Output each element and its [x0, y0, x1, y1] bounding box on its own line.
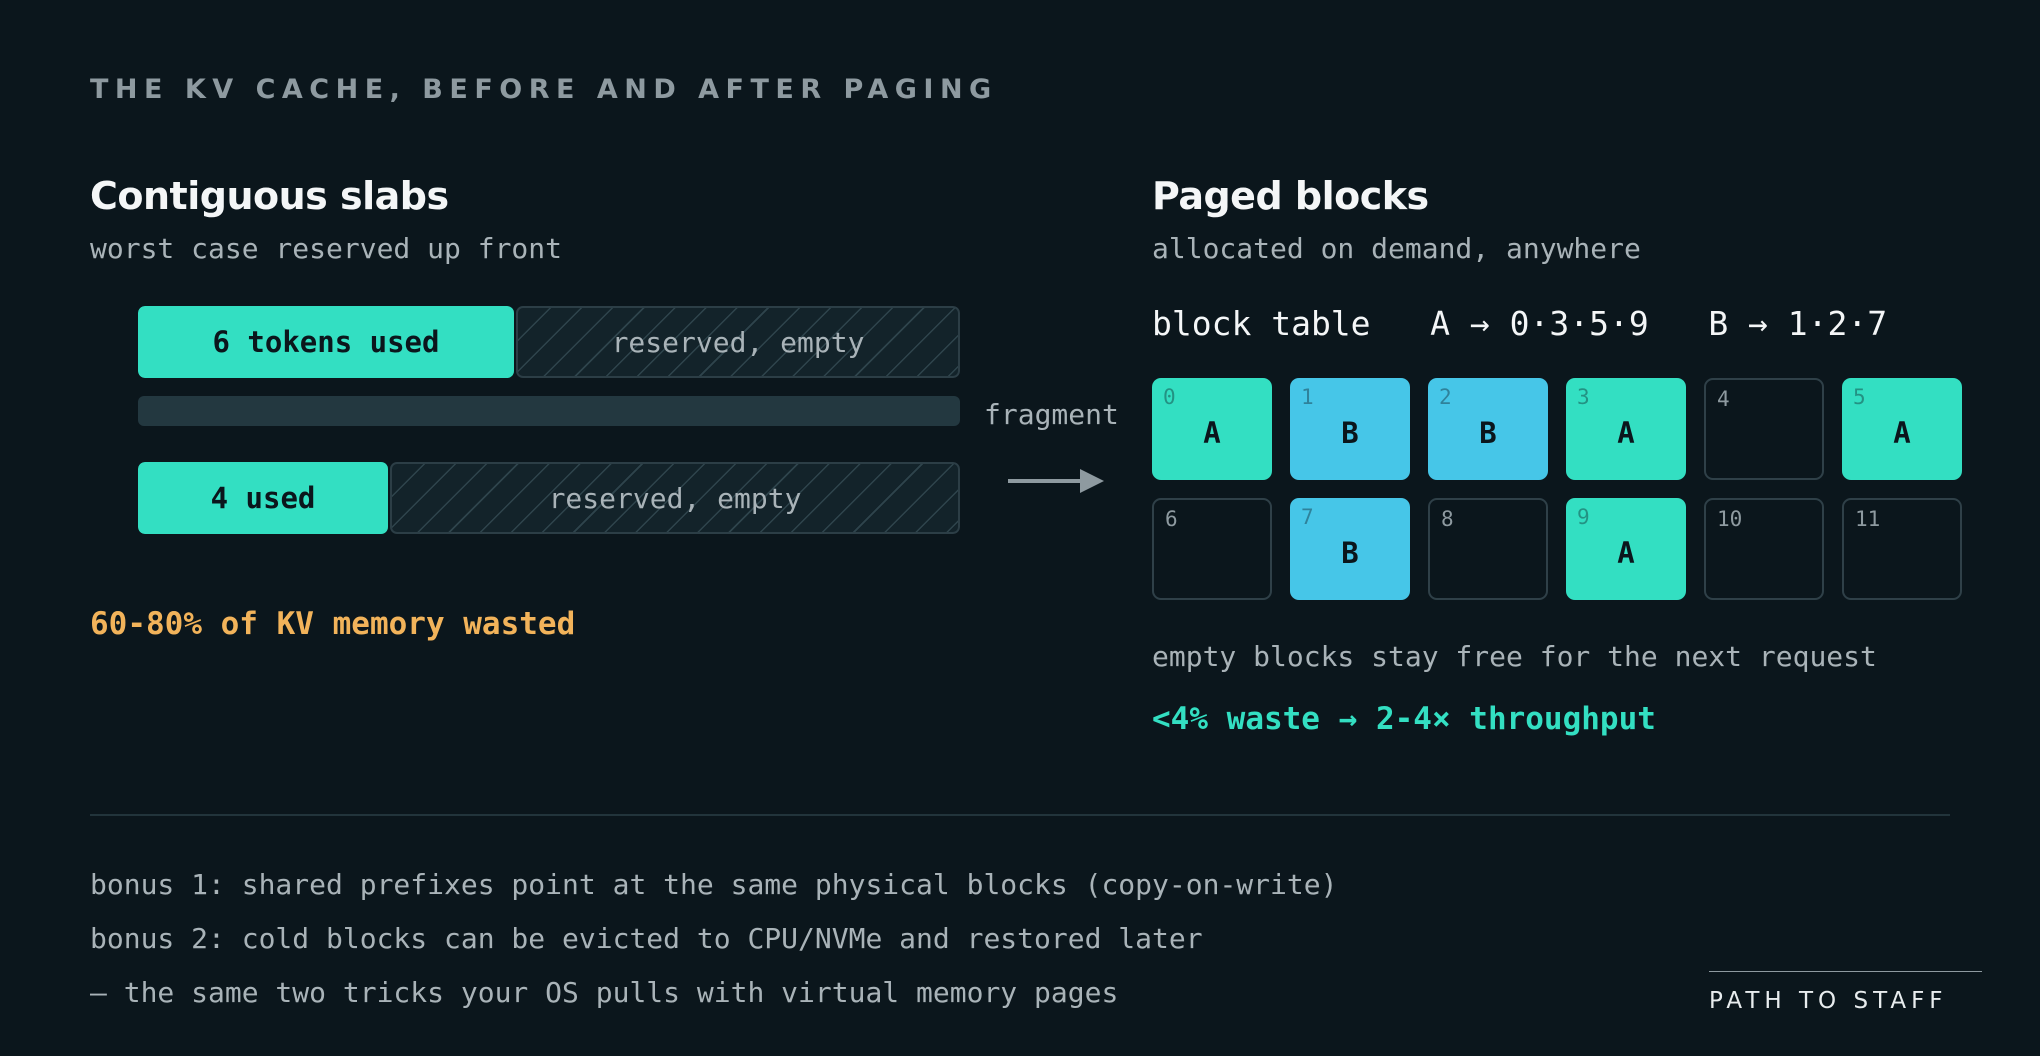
slab-reserved-segment: reserved, empty [516, 306, 960, 378]
block-sequence-label: B [1479, 416, 1497, 450]
block-table-mapping-a: A → 0·3·5·9 [1430, 304, 1649, 343]
physical-block: 5A [1842, 378, 1962, 480]
bonus-line-3: — the same two tricks your OS pulls with… [90, 976, 1119, 1009]
fragment-label: fragment [984, 398, 1119, 431]
block-sequence-label: A [1617, 536, 1635, 570]
block-sequence-label: B [1341, 416, 1359, 450]
block-number: 8 [1441, 507, 1454, 531]
physical-block: 11 [1842, 498, 1962, 600]
contiguous-slabs-subtitle: worst case reserved up front [90, 232, 563, 265]
block-table-label: block table [1152, 304, 1371, 343]
block-number: 9 [1577, 505, 1590, 529]
physical-block: 6 [1152, 498, 1272, 600]
contiguous-slabs-heading: Contiguous slabs [90, 174, 449, 218]
block-number: 6 [1165, 507, 1178, 531]
slab-request-2: 4 used reserved, empty [138, 462, 960, 534]
bonus-line-1: bonus 1: shared prefixes point at the sa… [90, 868, 1338, 901]
block-number: 2 [1439, 385, 1452, 409]
paged-blocks-heading: Paged blocks [1152, 174, 1429, 218]
paged-blocks-subtitle: allocated on demand, anywhere [1152, 232, 1641, 265]
fragmentation-gap-bar [138, 396, 960, 426]
block-sequence-label: A [1203, 416, 1221, 450]
physical-block: 4 [1704, 378, 1824, 480]
block-number: 10 [1717, 507, 1743, 531]
block-number: 3 [1577, 385, 1590, 409]
bonus-line-2: bonus 2: cold blocks can be evicted to C… [90, 922, 1203, 955]
physical-block-grid: 0 A 1 B 2 B 3 A 4 5 A 6 7 B 8 9 A 10 11 [1152, 378, 1962, 600]
physical-block: 7B [1290, 498, 1410, 600]
block-table-mapping-b: B → 1·2·7 [1708, 304, 1888, 343]
block-number: 4 [1717, 387, 1730, 411]
block-sequence-label: A [1617, 416, 1635, 450]
eyebrow-title: THE KV CACHE, BEFORE AND AFTER PAGING [90, 74, 998, 105]
waste-callout: 60-80% of KV memory wasted [90, 606, 576, 642]
physical-block: 1B [1290, 378, 1410, 480]
physical-block: 0A [1152, 378, 1272, 480]
throughput-result: <4% waste → 2-4× throughput [1152, 701, 1656, 737]
block-number: 1 [1301, 385, 1314, 409]
free-blocks-note: empty blocks stay free for the next requ… [1152, 640, 1877, 673]
block-number: 7 [1301, 505, 1314, 529]
block-number: 5 [1853, 385, 1866, 409]
physical-block: 3A [1566, 378, 1686, 480]
physical-block: 10 [1704, 498, 1824, 600]
slab-request-1: 6 tokens used reserved, empty [138, 306, 960, 378]
right-arrow-icon [1008, 469, 1104, 493]
section-divider [90, 814, 1950, 816]
slab-reserved-segment: reserved, empty [390, 462, 960, 534]
block-number: 11 [1855, 507, 1881, 531]
block-sequence-label: B [1341, 536, 1359, 570]
slab-used-segment: 4 used [138, 462, 388, 534]
physical-block: 9A [1566, 498, 1686, 600]
brand-wordmark: PATH TO STAFF [1709, 988, 1948, 1014]
physical-block: 2B [1428, 378, 1548, 480]
block-table: block table A → 0·3·5·9 B → 1·2·7 [1152, 304, 1887, 343]
brand-rule [1709, 971, 1982, 972]
block-sequence-label: A [1893, 416, 1911, 450]
block-number: 0 [1163, 385, 1176, 409]
physical-block: 8 [1428, 498, 1548, 600]
slab-used-segment: 6 tokens used [138, 306, 514, 378]
